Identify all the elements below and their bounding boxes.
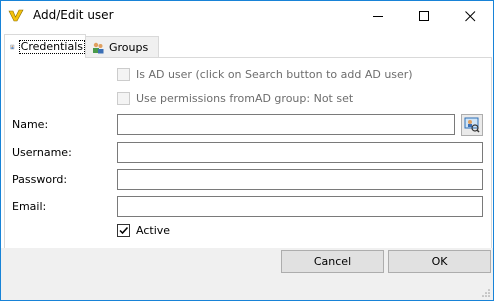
app-logo-icon — [8, 9, 24, 22]
email-label: Email: — [12, 200, 47, 213]
tab-bar: Credentials Groups — [1, 34, 493, 58]
checkmark-icon — [119, 226, 129, 235]
active-checkbox[interactable] — [117, 224, 130, 237]
username-label: Username: — [12, 146, 72, 159]
minimize-icon — [372, 15, 383, 17]
active-label: Active — [136, 224, 171, 237]
password-field[interactable] — [117, 169, 483, 190]
use-permissions-checkbox[interactable] — [117, 92, 130, 105]
resize-grip-icon[interactable] — [479, 286, 491, 298]
tab-groups[interactable]: Groups — [85, 36, 159, 58]
tab-credentials-label: Credentials — [18, 39, 85, 54]
maximize-icon — [418, 10, 429, 21]
maximize-button[interactable] — [401, 1, 447, 31]
name-field[interactable] — [117, 114, 455, 135]
close-button[interactable] — [447, 1, 493, 31]
password-label: Password: — [12, 173, 68, 186]
tab-groups-label: Groups — [109, 41, 149, 54]
ok-button[interactable]: OK — [388, 250, 491, 273]
email-field[interactable] — [117, 196, 483, 217]
cancel-button[interactable]: Cancel — [281, 250, 384, 273]
name-label: Name: — [12, 118, 49, 131]
search-user-icon — [464, 117, 480, 133]
is-ad-user-checkbox[interactable] — [117, 68, 130, 81]
username-field[interactable] — [117, 142, 483, 163]
title-bar: Add/Edit user — [1, 1, 493, 31]
search-ad-user-button[interactable] — [461, 114, 483, 136]
close-icon — [464, 10, 475, 21]
group-icon — [93, 42, 104, 53]
tab-credentials[interactable]: Credentials — [4, 34, 86, 58]
minimize-button[interactable] — [355, 1, 401, 31]
use-permissions-label: Use permissions fromAD group: Not set — [136, 92, 354, 105]
is-ad-user-label: Is AD user (click on Search button to ad… — [136, 68, 413, 81]
add-edit-user-dialog: Add/Edit user Credentials Groups Is AD u… — [0, 0, 494, 301]
user-credentials-icon — [10, 44, 15, 49]
window-title: Add/Edit user — [33, 8, 114, 22]
